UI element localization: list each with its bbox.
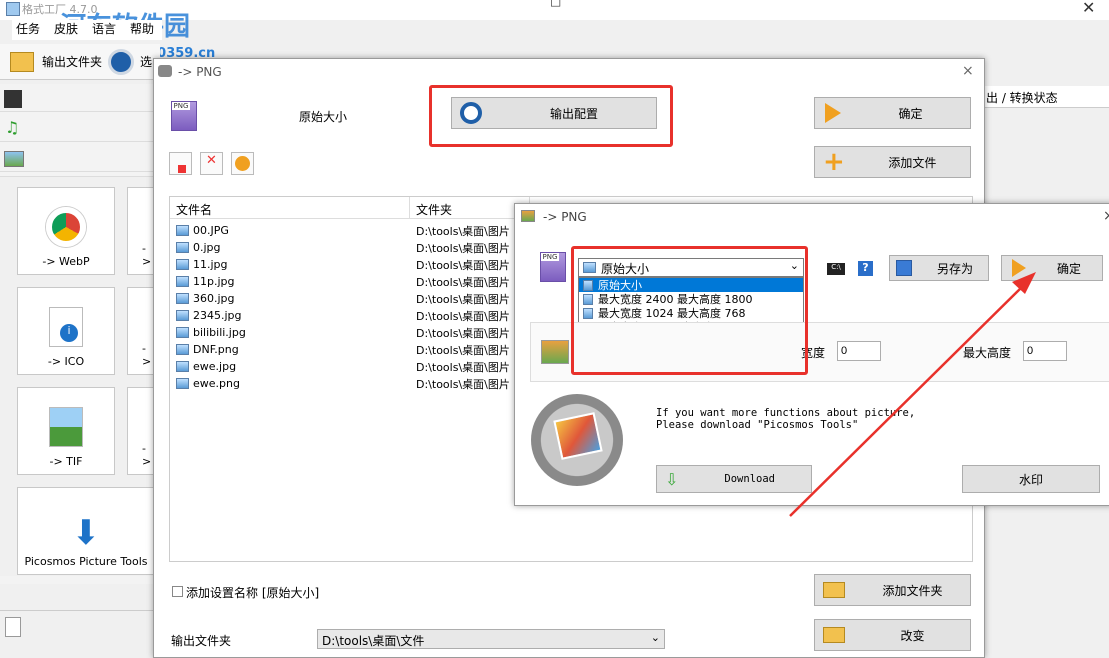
annotation-arrow	[789, 272, 1036, 517]
arrow-line	[789, 282, 1027, 517]
arrow-head	[1012, 272, 1036, 294]
